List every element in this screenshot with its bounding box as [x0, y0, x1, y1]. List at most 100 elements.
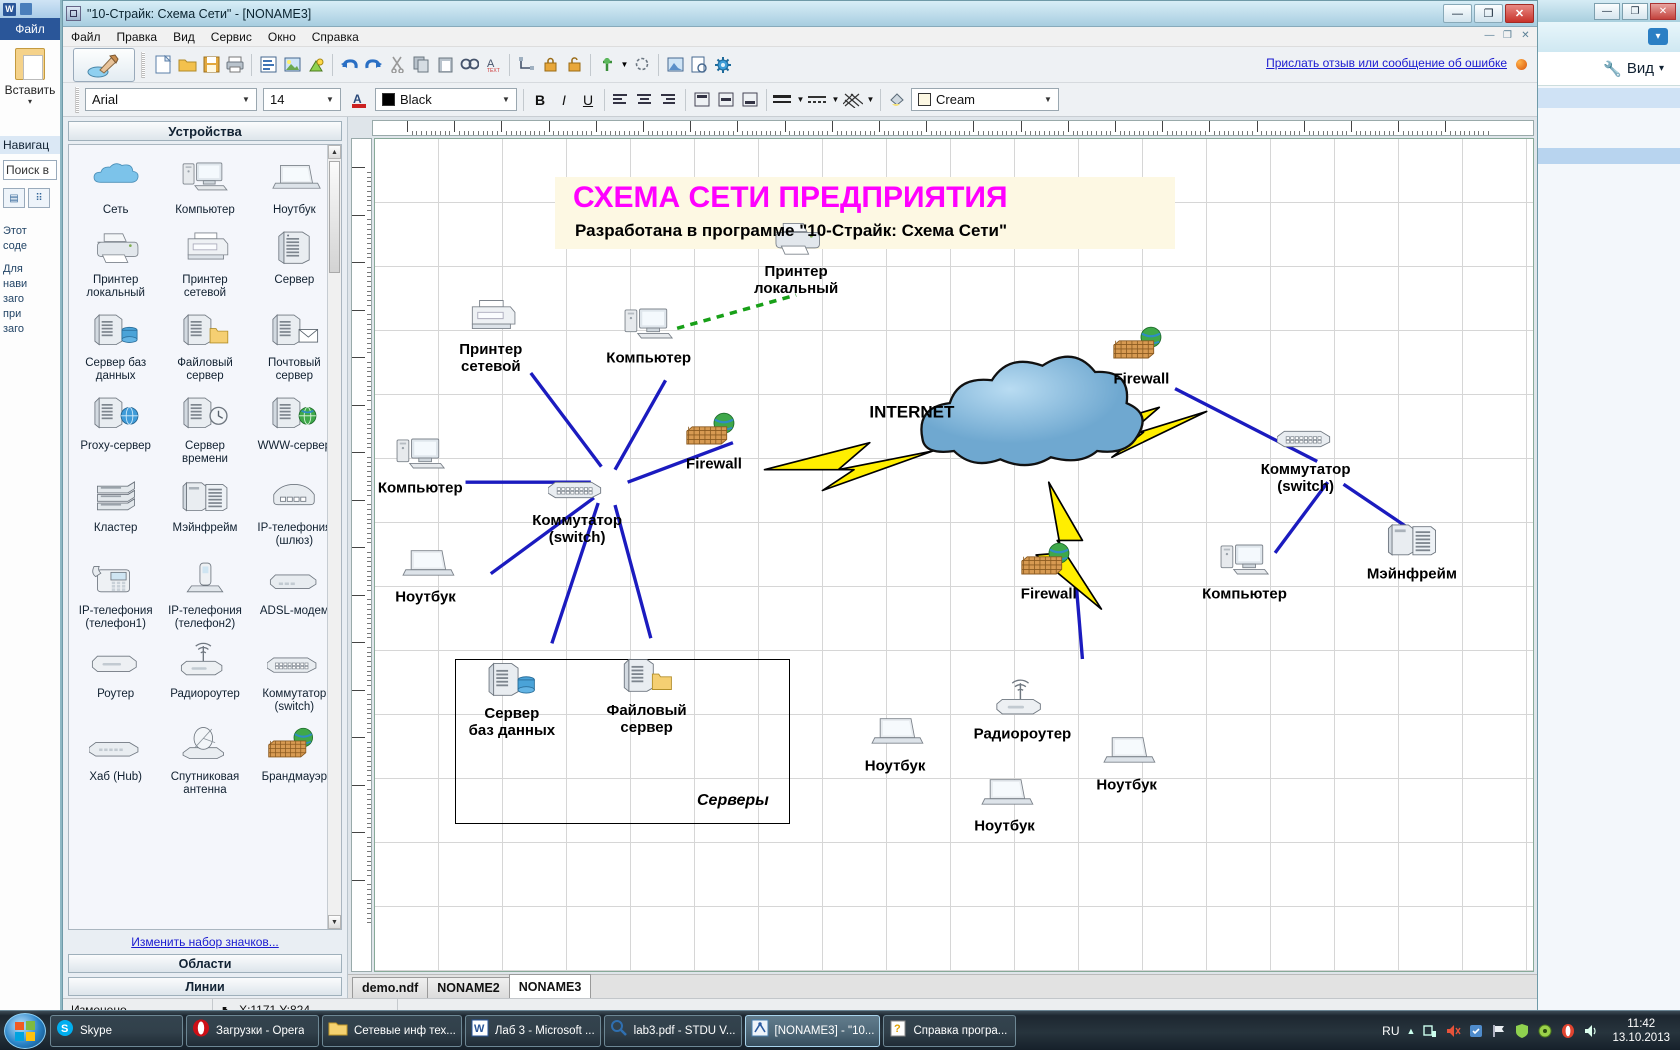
taskbar-clock[interactable]: 11:42 13.10.2013: [1606, 1017, 1670, 1045]
word-nav-tabs[interactable]: ▤ ⠿: [3, 188, 57, 208]
diagram-node-switch_right[interactable]: Коммутатор(switch): [1261, 413, 1351, 495]
palette-item-satellite-dish[interactable]: Спутниковаяантенна: [160, 718, 249, 801]
menu-item-window[interactable]: Окно: [268, 30, 296, 44]
flag-icon[interactable]: [1491, 1023, 1507, 1039]
preview-icon[interactable]: [687, 53, 711, 77]
report-icon[interactable]: [256, 53, 280, 77]
change-icon-set-link[interactable]: Изменить набор значков...: [63, 935, 347, 949]
align-left-button[interactable]: [609, 88, 633, 112]
taskbar-item-folder[interactable]: Сетевые инф тех...: [322, 1015, 462, 1047]
hatch-pattern-button[interactable]: [841, 88, 865, 112]
taskbar-item-list[interactable]: SSkypeЗагрузки - OperaСетевые инф тех...…: [50, 1015, 1019, 1047]
document-tabs[interactable]: demo.ndfNONAME2NONAME3: [348, 974, 1537, 998]
windows-start-icon[interactable]: [4, 1013, 46, 1049]
chevron-down-icon[interactable]: ▼: [830, 88, 841, 112]
diagram-node-laptop_b3[interactable]: Ноутбук: [1096, 729, 1157, 794]
shield-icon[interactable]: [1514, 1023, 1530, 1039]
maximize-button[interactable]: ❐: [1474, 4, 1503, 23]
palette-item-hub[interactable]: Хаб (Hub): [71, 718, 160, 801]
document-tab-noname3[interactable]: NONAME3: [509, 974, 592, 998]
palette-item-local-printer[interactable]: Принтерлокальный: [71, 221, 160, 304]
font-color-icon[interactable]: A: [347, 88, 371, 112]
align-center-button[interactable]: [633, 88, 657, 112]
language-indicator[interactable]: RU: [1382, 1024, 1399, 1038]
feedback-link[interactable]: Прислать отзыв или сообщение об ошибке: [1266, 56, 1507, 70]
word-nav-tab-pages[interactable]: ⠿: [28, 188, 50, 208]
palette-item-cloud[interactable]: Сеть: [71, 151, 160, 221]
network-icon[interactable]: [1422, 1023, 1438, 1039]
diagram-node-laptop_bl[interactable]: Ноутбук: [395, 541, 456, 606]
diagram-title[interactable]: СХЕМА СЕТИ ПРЕДПРИЯТИЯ: [573, 181, 1008, 215]
fill-color-icon[interactable]: [885, 88, 909, 112]
horizontal-ruler[interactable]: [372, 120, 1534, 136]
document-tab-noname2[interactable]: NONAME2: [427, 977, 510, 998]
diagram-node-switch_main[interactable]: Коммутатор(switch): [532, 464, 622, 546]
format-toolbar[interactable]: Arial ▼ 14 ▼ A Black ▼ B I U ▼ ▼: [63, 83, 1537, 117]
word-file-tab[interactable]: Файл: [0, 18, 60, 40]
redo-icon[interactable]: [361, 53, 385, 77]
diagram-node-firewall_bottom[interactable]: Firewall: [1020, 538, 1078, 603]
chevron-down-icon[interactable]: ▼: [498, 89, 514, 110]
word-paste-button[interactable]: Вставить ▾: [0, 40, 60, 110]
palette-item-ip-phone2[interactable]: IP-телефония(телефон2): [160, 552, 249, 635]
underline-button[interactable]: U: [576, 88, 600, 112]
chevron-down-icon[interactable]: ▼: [322, 89, 338, 110]
diagram-node-db_server[interactable]: Сервербаз данных: [469, 658, 556, 740]
palette-header-devices[interactable]: Устройства: [68, 121, 342, 141]
opera-tray-icon[interactable]: [1560, 1023, 1576, 1039]
bg-right-minimize-button[interactable]: —: [1594, 3, 1620, 20]
close-button[interactable]: ✕: [1505, 4, 1534, 23]
menu-item-view[interactable]: Вид: [173, 30, 195, 44]
mdi-minimize-button[interactable]: —: [1482, 28, 1497, 43]
antivirus-icon[interactable]: [1537, 1023, 1553, 1039]
word-search-input[interactable]: Поиск в: [3, 160, 57, 180]
scroll-up-icon[interactable]: ▲: [328, 145, 341, 159]
palette-item-wifi-router[interactable]: Радиороутер: [160, 635, 249, 718]
palette-item-mail-server[interactable]: Почтовыйсервер: [250, 304, 339, 387]
taskbar-item-stdu[interactable]: lab3.pdf - STDU V...: [604, 1015, 742, 1047]
new-document-icon[interactable]: [151, 53, 175, 77]
taskbar-item-help[interactable]: ?Справка програ...: [883, 1015, 1016, 1047]
diagram-node-wifi_router[interactable]: Радиороутер: [974, 678, 1072, 743]
chevron-down-icon[interactable]: ▼: [238, 89, 254, 110]
palette-item-server[interactable]: Сервер: [250, 221, 339, 304]
palette-item-mainframe[interactable]: Мэйнфрейм: [160, 470, 249, 553]
volume-mute-icon[interactable]: [1445, 1023, 1461, 1039]
window-controls[interactable]: — ❐ ✕: [1443, 4, 1534, 23]
diagram-node-printer_net[interactable]: Принтерсетевой: [459, 294, 522, 376]
background-word-window[interactable]: W Файл Вставить ▾ Навигац Поиск в ▤ ⠿ Эт…: [0, 0, 62, 1010]
chevron-down-icon[interactable]: ▾: [4, 97, 56, 106]
palette-item-time-server[interactable]: Сервервремени: [160, 387, 249, 470]
align-bottom-button[interactable]: [738, 88, 762, 112]
line-width-button[interactable]: [771, 88, 795, 112]
font-name-combo[interactable]: Arial ▼: [85, 88, 257, 111]
undo-icon[interactable]: [337, 53, 361, 77]
menu-item-file[interactable]: Файл: [71, 30, 101, 44]
lock-icon[interactable]: [538, 53, 562, 77]
document-tab-demo-ndf[interactable]: demo.ndf: [352, 977, 428, 998]
save-icon[interactable]: [199, 53, 223, 77]
align-top-button[interactable]: [690, 88, 714, 112]
font-size-combo[interactable]: 14 ▼: [263, 88, 341, 111]
palette-item-proxy-server[interactable]: Proxy-сервер: [71, 387, 160, 470]
diagram-node-computer_top[interactable]: Компьютер: [606, 302, 691, 367]
zoom-icon[interactable]: [630, 53, 654, 77]
palette-item-file-server[interactable]: Файловыйсервер: [160, 304, 249, 387]
chevron-down-icon[interactable]: ▼: [619, 53, 630, 77]
plugin-icon[interactable]: [595, 53, 619, 77]
vertical-ruler[interactable]: [351, 138, 372, 972]
diagram-node-firewall_left[interactable]: Firewall: [685, 408, 743, 473]
scrollbar-thumb[interactable]: [329, 161, 340, 273]
open-folder-icon[interactable]: [175, 53, 199, 77]
scroll-down-icon[interactable]: ▼: [328, 915, 341, 929]
diagram-node-file_server[interactable]: Файловыйсервер: [607, 655, 687, 737]
find-text-icon[interactable]: ATEXT: [481, 53, 505, 77]
scan-network-button[interactable]: [73, 48, 135, 82]
show-hidden-icon[interactable]: ▲: [1407, 1026, 1416, 1036]
palette-section-lines[interactable]: Линии: [68, 977, 342, 996]
palette-body[interactable]: СетьКомпьютерНоутбукПринтерлокальныйПрин…: [68, 144, 342, 930]
chart-icon[interactable]: [304, 53, 328, 77]
diagram-node-laptop_b1[interactable]: Ноутбук: [865, 710, 926, 775]
chevron-down-icon[interactable]: ▼: [1040, 89, 1056, 110]
palette-item-cluster[interactable]: Кластер: [71, 470, 160, 553]
